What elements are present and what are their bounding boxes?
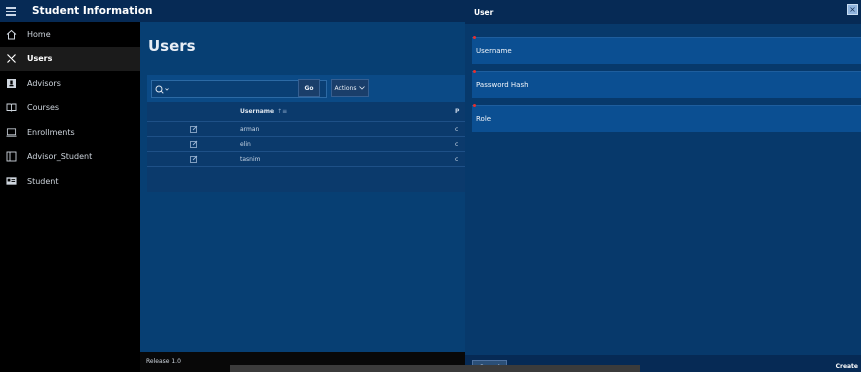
- table-row: elin c: [147, 137, 465, 152]
- table-row: arman c: [147, 122, 465, 137]
- page-title: Users: [148, 37, 196, 55]
- sidebar-item-label: Users: [27, 54, 53, 64]
- required-indicator: [473, 104, 476, 107]
- sidebar-item-label: Advisors: [27, 78, 61, 88]
- role-field[interactable]: Role: [472, 104, 861, 132]
- book-icon: [6, 102, 17, 113]
- sidebar: Home Users Advisors Courses Enrollments …: [0, 22, 140, 372]
- sidebar-item-advisors[interactable]: Advisors: [0, 71, 140, 96]
- search-icon[interactable]: [153, 85, 173, 94]
- username-field[interactable]: Username: [472, 36, 861, 64]
- partial-cell: c: [455, 125, 459, 133]
- sidebar-item-label: Student: [27, 176, 59, 186]
- menu-icon[interactable]: [6, 5, 22, 17]
- close-icon: ×: [849, 4, 856, 14]
- edit-icon[interactable]: [147, 155, 240, 163]
- main-content: Users Go Actions Username ↑≡ P arman c e…: [140, 22, 465, 372]
- report-header: Username ↑≡ P: [147, 102, 465, 122]
- password-hash-field[interactable]: Password Hash: [472, 70, 861, 98]
- sidebar-item-label: Advisor_Student: [27, 152, 93, 162]
- dialog-header: User ×: [465, 0, 861, 24]
- advisor-icon: [6, 78, 17, 89]
- required-indicator: [473, 70, 476, 73]
- sidebar-item-label: Courses: [27, 103, 60, 113]
- layout-icon: [6, 151, 17, 162]
- column-header-username[interactable]: Username ↑≡: [240, 108, 455, 115]
- username-cell: arman: [240, 125, 260, 133]
- username-cell: tasnim: [240, 155, 261, 163]
- id-card-icon: [6, 176, 17, 187]
- required-indicator: [473, 36, 476, 39]
- password-hash-field-label: Password Hash: [476, 81, 529, 89]
- app-header: Student Information: [0, 0, 465, 22]
- sidebar-item-users[interactable]: Users: [0, 46, 140, 71]
- sidebar-item-label: Enrollments: [27, 127, 75, 137]
- table-row: tasnim c: [147, 152, 465, 167]
- column-header-partial: P: [455, 108, 460, 115]
- username-field-label: Username: [476, 47, 512, 55]
- report-footer: [147, 167, 465, 185]
- create-button[interactable]: Create: [836, 363, 858, 370]
- bottom-overlay-strip: [230, 365, 640, 372]
- home-icon: [6, 29, 17, 40]
- users-icon: [6, 53, 17, 64]
- laptop-icon: [6, 127, 17, 138]
- username-cell: elin: [240, 140, 251, 148]
- dialog-title: User: [474, 7, 494, 17]
- partial-cell: c: [455, 155, 459, 163]
- sidebar-item-advisor-student[interactable]: Advisor_Student: [0, 145, 140, 170]
- users-report: Username ↑≡ P arman c elin c tasnim c: [147, 102, 465, 192]
- actions-button[interactable]: Actions: [331, 79, 369, 97]
- edit-icon[interactable]: [147, 125, 240, 133]
- partial-cell: c: [455, 140, 459, 148]
- edit-icon[interactable]: [147, 140, 240, 148]
- actions-label: Actions: [334, 84, 357, 92]
- sidebar-item-home[interactable]: Home: [0, 22, 140, 47]
- user-dialog: User × Username Password Hash Role Cance…: [465, 0, 861, 372]
- sidebar-item-label: Home: [27, 29, 51, 39]
- go-button[interactable]: Go: [298, 79, 320, 97]
- role-field-label: Role: [476, 115, 492, 123]
- app-title[interactable]: Student Information: [32, 5, 153, 17]
- sidebar-item-student[interactable]: Student: [0, 169, 140, 194]
- sidebar-item-enrollments[interactable]: Enrollments: [0, 120, 140, 145]
- sort-icon: ↑≡: [277, 108, 288, 115]
- close-button[interactable]: ×: [847, 4, 858, 15]
- chevron-down-icon: [359, 86, 366, 90]
- sidebar-item-courses[interactable]: Courses: [0, 96, 140, 121]
